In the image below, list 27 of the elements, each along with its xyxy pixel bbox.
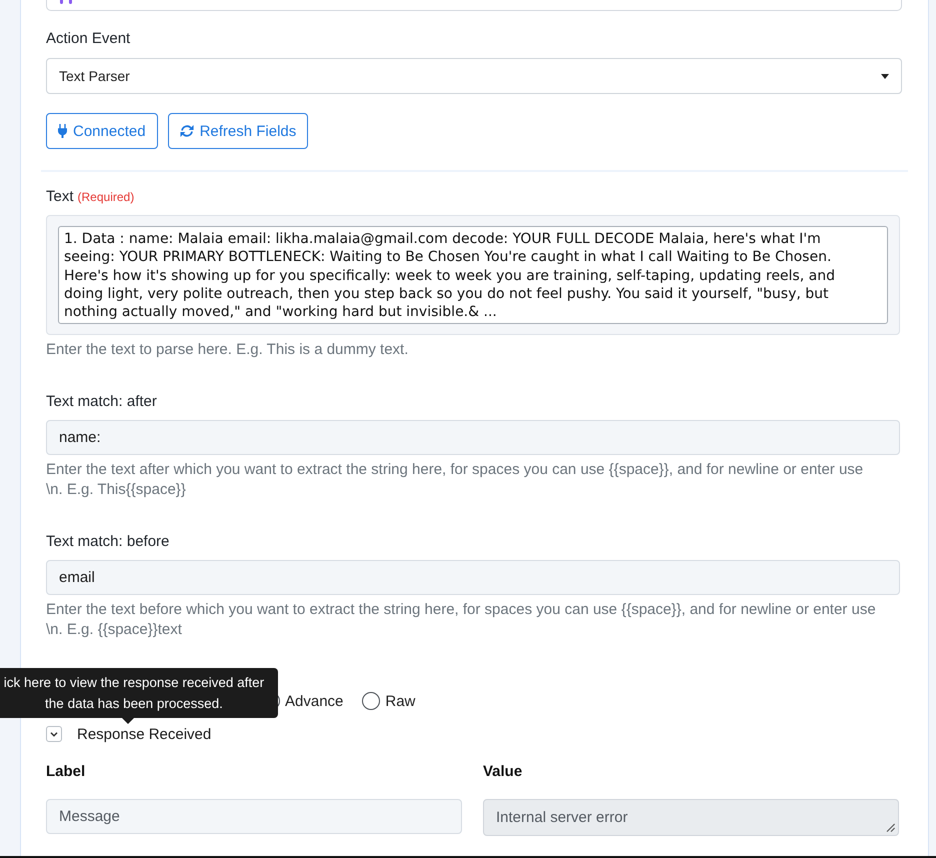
expand-toggle[interactable] (46, 726, 62, 742)
input-field[interactable]: email (46, 560, 900, 595)
connect-button[interactable]: Connected (46, 113, 158, 149)
section-title: Response Received (77, 726, 212, 742)
radio-option[interactable]: Raw (362, 692, 416, 710)
field-label: Text match: before (46, 533, 170, 551)
label-field[interactable]: Message (46, 799, 462, 834)
field-hint: Enter the text after which you want to extract the string here, for spaces you can use {{space}}, and for newline or enter use \n. E.g. This{{space}} (46, 460, 864, 500)
caret-down-icon (881, 74, 889, 78)
radio-button[interactable] (362, 692, 380, 710)
input-field[interactable]: name: (46, 420, 900, 455)
field-hint: Enter the text before which you want to extract the string here, for spaces you can use {{space}}, and for newline or enter use \n. E.g. {{space}}text (46, 600, 877, 640)
plug-icon (58, 124, 67, 138)
logo-icon (60, 0, 73, 4)
field-label: Text (46, 188, 74, 206)
text-area[interactable]: 1. Data : name: Malaia email: likha.malaia@gmail.com decode: YOUR FULL DECODE Malaia, here's what I'm seeing: YOUR PRIMARY BOTTLENECK: Waiting to Be Chosen You're caught in what I call Waiting to Be Chosen. Here's how it's showing up for you specifically: week to week you are training, self-taping, updating reels, and doing light, very polite outreach, then you step back so you do not feel pushy. You said it yourself, "busy, but nothing actually moved," and "working hard but invisible.& ... (58, 226, 888, 324)
refresh-button[interactable]: Refresh Fields (168, 113, 308, 149)
field-hint: Enter the text to parse here. E.g. This is a dummy text. (46, 340, 410, 360)
column-header: Value (483, 763, 524, 781)
column-header: Label (46, 763, 86, 781)
refresh-icon (180, 124, 194, 138)
field-label: Text match: after (46, 393, 158, 411)
required-note: (Required) (78, 190, 134, 204)
field-label: Action Event (46, 30, 132, 48)
chevron-icon (50, 732, 58, 736)
tooltip: ick here to view the response received after the data has been processed. (0, 668, 278, 724)
action-event-select[interactable]: Text Parser (46, 58, 902, 94)
